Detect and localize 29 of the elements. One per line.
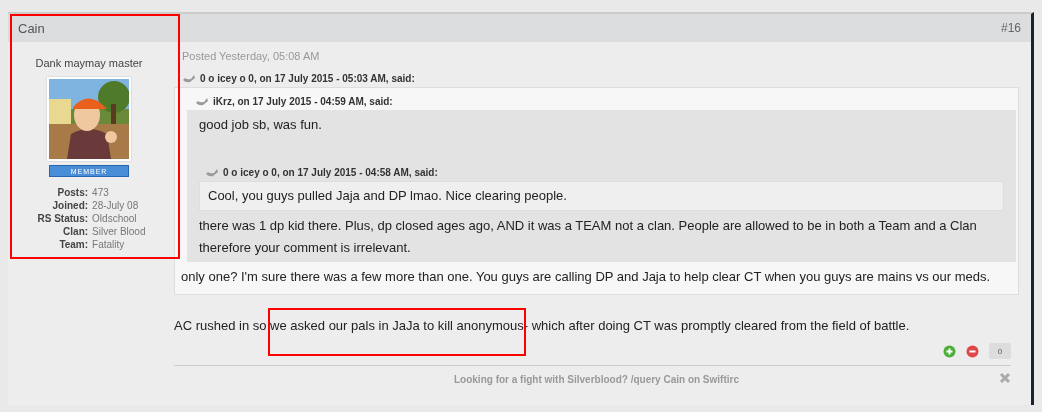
post-number[interactable]: #16 <box>1000 21 1021 35</box>
signature: Looking for a fight with Silverblood? /query Cain on Swiftirc <box>454 373 739 385</box>
stat-label: Posts: <box>56 187 89 198</box>
quote-icon <box>195 96 209 107</box>
plus-icon[interactable] <box>943 344 956 358</box>
stat-value: Fatality <box>92 239 126 250</box>
quote-icon <box>205 167 219 178</box>
quote-text: Cool, you guys pulled Jaja and DP lmao. Nice clearing people. <box>208 187 568 205</box>
stat-label: Clan: <box>62 226 89 237</box>
stat-label: Joined: <box>51 200 89 211</box>
quote-text: good job sb, was fun. <box>199 116 323 134</box>
quote-citation: iKrz, on 17 July 2015 - 04:59 AM, said: <box>213 96 393 107</box>
quote-text: only one? I'm sure there was a few more than one. You guys are calling DP and Jaja to help clear CT when you guys are mains vs our meds. <box>181 268 992 286</box>
stat-label: RS Status: <box>36 213 89 224</box>
stat-value: Oldschool <box>92 213 138 224</box>
stat-value: Silver Blood <box>92 226 147 237</box>
close-icon[interactable] <box>999 372 1011 384</box>
reputation-count: 0 <box>989 343 1011 359</box>
stat-value: 28-July 08 <box>92 200 140 211</box>
post-date: Posted Yesterday, 05:08 AM <box>181 50 321 62</box>
quote-icon <box>182 73 196 84</box>
quote-citation: 0 o icey o 0, on 17 July 2015 - 04:58 AM, said: <box>223 167 438 178</box>
author-name[interactable]: Cain <box>18 20 45 36</box>
quote-text: there was 1 dp kid there. Plus, dp closed ages ago, AND it was a TEAM not a clan. People are allowed to be in both a Team and a Clan therefore your comment is irrelevant. <box>199 217 978 257</box>
stat-value: 473 <box>92 187 110 198</box>
member-title: Dank maymay master <box>35 57 143 69</box>
quote-citation: 0 o icey o 0, on 17 July 2015 - 05:03 AM, said: <box>200 73 415 84</box>
minus-icon[interactable] <box>966 344 979 358</box>
stat-label: Team: <box>58 239 89 250</box>
